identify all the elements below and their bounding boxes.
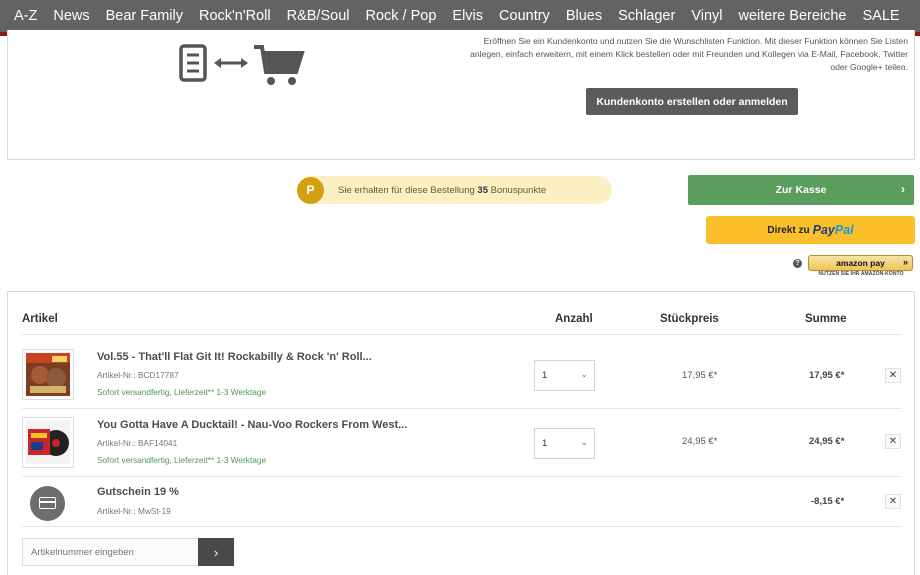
unit-price: 24,95 €* <box>682 436 718 447</box>
nav-item-sale[interactable]: SALE <box>863 8 900 24</box>
voucher-name: Gutschein 19 % <box>97 486 179 498</box>
album-cover-image <box>26 353 70 396</box>
chevron-down-icon: ⌄ <box>580 437 588 447</box>
product-article-number: Artikel-Nr.: BAF14041 <box>97 438 178 448</box>
add-article-button[interactable]: › <box>198 538 234 566</box>
quantity-value: 1 <box>542 438 548 449</box>
nav-item-schlager[interactable]: Schlager <box>618 8 675 24</box>
quantity-select[interactable]: 1 ⌄ <box>534 428 595 459</box>
voucher-total: -8,15 €* <box>811 496 845 507</box>
quantity-value: 1 <box>542 370 548 381</box>
divider <box>22 526 902 527</box>
header-article: Artikel <box>22 313 58 325</box>
nav-item-blues[interactable]: Blues <box>566 8 602 24</box>
double-chevron-icon: » <box>902 257 908 267</box>
header-unit-price: Stückpreis <box>660 313 719 325</box>
close-icon: ✕ <box>888 370 898 381</box>
bonus-points-text: Sie erhalten für diese Bestellung 35 Bon… <box>338 185 546 196</box>
cart-table: Artikel Anzahl Stückpreis Summe Vol.55 -… <box>7 291 915 575</box>
remove-voucher-button[interactable]: ✕ <box>885 494 901 509</box>
close-icon: ✕ <box>888 436 898 447</box>
bonus-points-banner: P Sie erhalten für diese Bestellung 35 B… <box>297 176 612 204</box>
nav-item-news[interactable]: News <box>53 8 89 24</box>
chevron-right-icon: › <box>901 182 905 196</box>
paypal-logo-pay: Pay <box>812 223 835 237</box>
amazon-pay-subtext: NUTZEN SIE IHR AMAZON-KONTO <box>818 271 904 277</box>
cart-row: You Gotta Have A Ducktail! - Nau-Voo Roc… <box>8 402 914 470</box>
header-sum: Summe <box>805 313 847 325</box>
article-number-input[interactable] <box>22 538 199 566</box>
product-shipping-status: Sofort versandfertig, Lieferzeit** 1-3 W… <box>97 455 267 465</box>
album-cover-image <box>26 421 70 464</box>
amazon-pay-button[interactable]: amazon pay » <box>808 255 913 271</box>
main-navigation: A-Z News Bear Family Rock'n'Roll R&B/Sou… <box>0 0 920 32</box>
voucher-card-icon <box>30 486 65 521</box>
chevron-down-icon: ⌄ <box>580 369 588 379</box>
nav-item-bear-family[interactable]: Bear Family <box>106 8 183 24</box>
nav-item-vinyl[interactable]: Vinyl <box>691 8 722 24</box>
line-total: 17,95 €* <box>809 370 845 381</box>
product-shipping-status: Sofort versandfertig, Lieferzeit** 1-3 W… <box>97 387 267 397</box>
close-icon: ✕ <box>888 496 898 507</box>
paypal-prefix: Direkt zu <box>767 224 810 236</box>
voucher-article-number: Artikel-Nr.: MwSt-19 <box>97 506 171 516</box>
product-name[interactable]: Vol.55 - That'll Flat Git It! Rockabilly… <box>97 351 372 363</box>
help-icon[interactable]: ? <box>793 259 802 268</box>
remove-item-button[interactable]: ✕ <box>885 368 901 383</box>
paypal-logo-pal: Pal <box>834 223 854 237</box>
checkout-button[interactable]: Zur Kasse › <box>688 175 914 205</box>
create-account-or-login-button[interactable]: Kundenkonto erstellen oder anmelden <box>586 88 798 115</box>
cart-table-header: Artikel Anzahl Stückpreis Summe <box>8 292 914 334</box>
nav-item-country[interactable]: Country <box>499 8 550 24</box>
nav-item-weitere-bereiche[interactable]: weitere Bereiche <box>739 8 847 24</box>
product-name[interactable]: You Gotta Have A Ducktail! - Nau-Voo Roc… <box>97 419 407 431</box>
nav-item-rocknroll[interactable]: Rock'n'Roll <box>199 8 271 24</box>
bonus-points-badge: P <box>297 176 324 204</box>
nav-item-rnb-soul[interactable]: R&B/Soul <box>287 8 350 24</box>
quantity-select[interactable]: 1 ⌄ <box>534 360 595 391</box>
chevron-right-icon: › <box>213 544 219 560</box>
wishlist-to-cart-icon <box>179 44 305 85</box>
header-quantity: Anzahl <box>555 313 593 325</box>
product-image[interactable] <box>22 349 74 400</box>
wishlist-promo-text: Eröffnen Sie ein Kundenkonto und nutzen … <box>470 36 908 72</box>
wishlist-promo: Eröffnen Sie ein Kundenkonto und nutzen … <box>7 30 915 160</box>
bonus-suffix: Bonuspunkte <box>488 184 547 196</box>
line-total: 24,95 €* <box>809 436 845 447</box>
checkout-button-label: Zur Kasse <box>775 184 827 196</box>
product-article-number: Artikel-Nr.: BCD17787 <box>97 370 179 380</box>
amazon-pay-label: amazon pay <box>836 258 885 268</box>
bonus-prefix: Sie erhalten für diese Bestellung <box>338 184 478 196</box>
nav-item-rock-pop[interactable]: Rock / Pop <box>365 8 436 24</box>
paypal-express-button[interactable]: Direkt zu Pay Pal <box>706 216 915 244</box>
cart-row: Vol.55 - That'll Flat Git It! Rockabilly… <box>8 334 914 402</box>
nav-item-a-z[interactable]: A-Z <box>14 8 37 24</box>
voucher-row: Gutschein 19 % Artikel-Nr.: MwSt-19 -8,1… <box>8 476 914 544</box>
remove-item-button[interactable]: ✕ <box>885 434 901 449</box>
product-image[interactable] <box>22 417 74 468</box>
bonus-points-value: 35 <box>477 184 488 196</box>
nav-item-elvis[interactable]: Elvis <box>452 8 483 24</box>
unit-price: 17,95 €* <box>682 370 718 381</box>
